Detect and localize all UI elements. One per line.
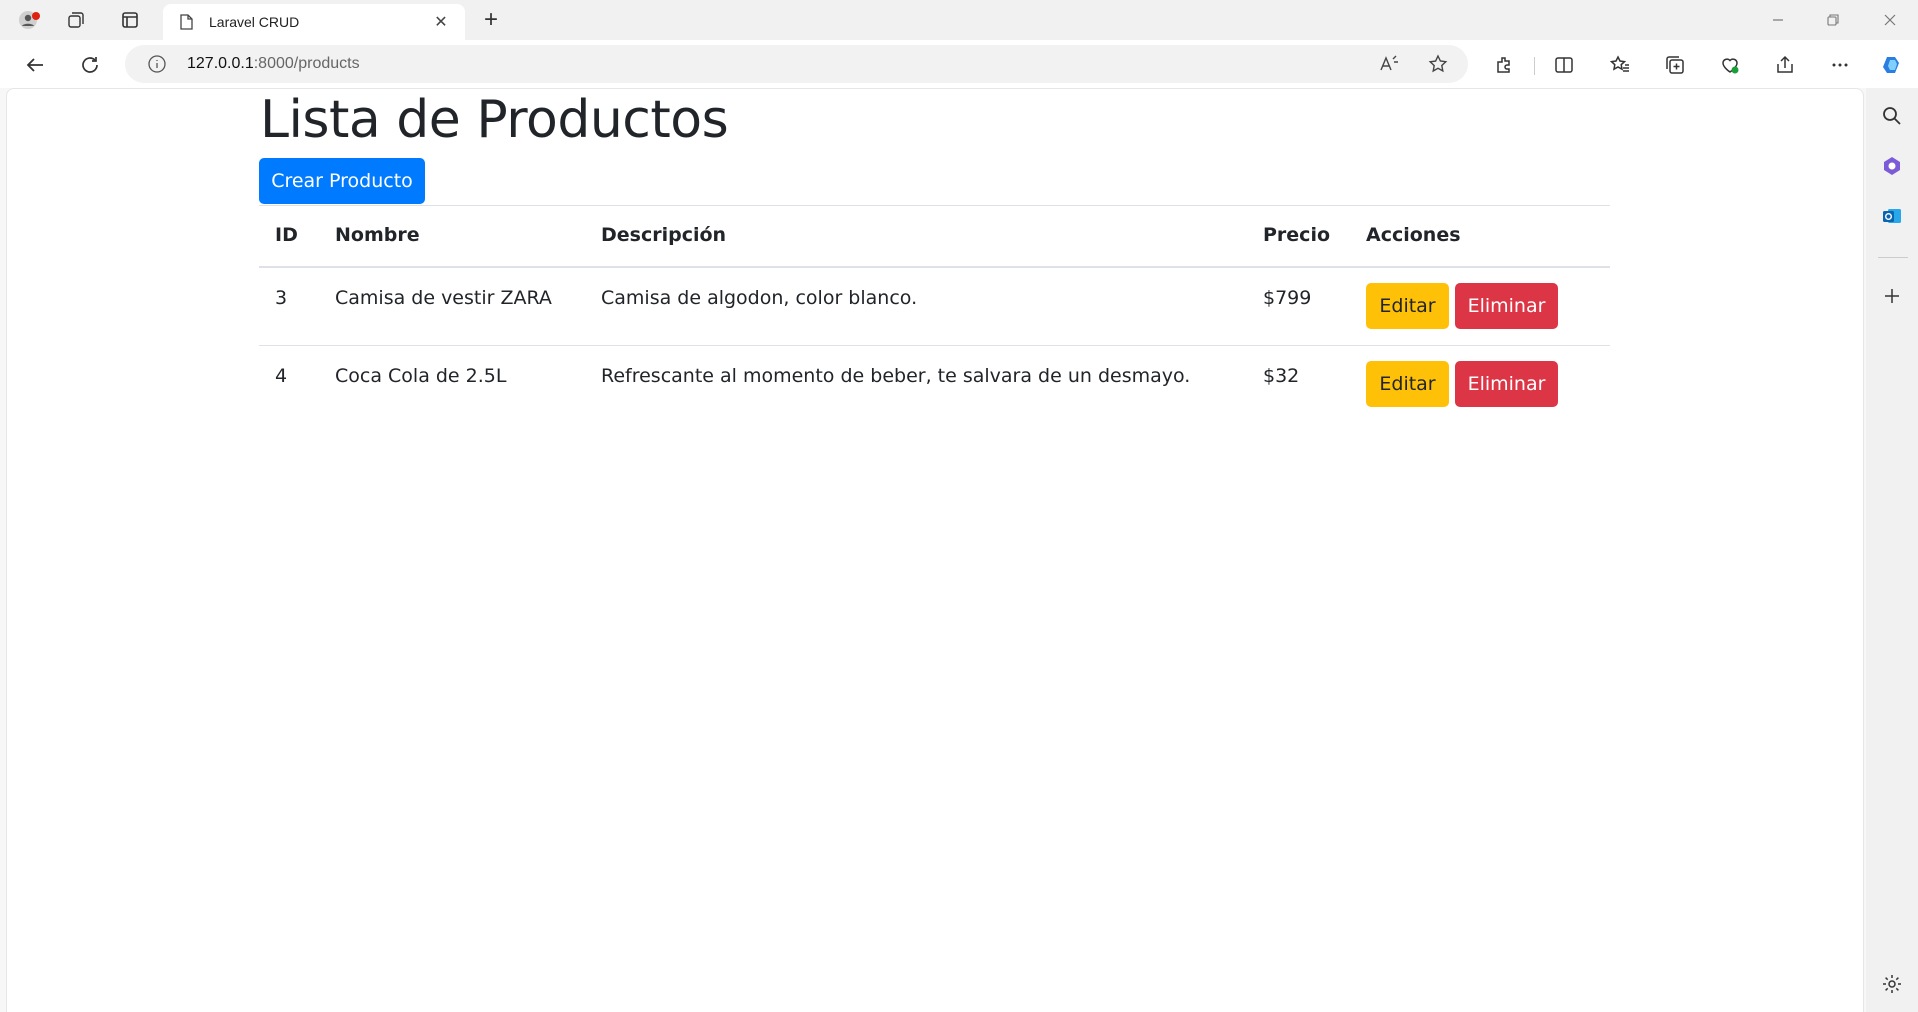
browser-toolbar: 127.0.0.1:8000/products — [0, 40, 1918, 88]
cell-descripcion: Refrescante al momento de beber, te salv… — [601, 365, 1191, 387]
close-window-icon[interactable] — [1870, 8, 1910, 32]
edit-button[interactable]: Editar — [1366, 283, 1449, 329]
tab-actions-icon[interactable] — [114, 6, 146, 34]
address-bar[interactable]: 127.0.0.1:8000/products — [125, 45, 1468, 83]
sidebar-divider — [1878, 257, 1908, 258]
toolbar-separator — [1534, 57, 1535, 75]
copilot-app-icon[interactable] — [1878, 152, 1906, 180]
create-product-button[interactable]: Crear Producto — [259, 158, 425, 204]
new-tab-icon[interactable]: + — [478, 6, 504, 33]
cell-descripcion: Camisa de algodon, color blanco. — [601, 287, 918, 309]
favorite-star-icon[interactable] — [1425, 52, 1451, 76]
more-options-icon[interactable] — [1826, 51, 1854, 79]
cell-precio: $32 — [1263, 365, 1300, 387]
restore-icon[interactable] — [1813, 8, 1853, 32]
minimize-icon[interactable] — [1758, 8, 1798, 32]
page-title: Lista de Productos — [260, 90, 729, 150]
page-icon — [177, 13, 195, 31]
copilot-icon[interactable] — [1878, 51, 1906, 79]
browser-sidebar — [1866, 88, 1918, 1012]
cell-precio: $799 — [1263, 287, 1312, 309]
table-row-divider — [259, 345, 1610, 346]
cell-nombre: Camisa de vestir ZARA — [335, 287, 552, 309]
profile-icon[interactable] — [12, 6, 44, 34]
back-arrow-icon[interactable] — [20, 50, 50, 80]
url-text[interactable]: 127.0.0.1:8000/products — [187, 55, 360, 73]
column-header-precio: Precio — [1263, 224, 1331, 246]
share-icon[interactable] — [1771, 51, 1799, 79]
site-info-icon[interactable] — [147, 54, 167, 74]
workspaces-icon[interactable] — [60, 6, 92, 34]
column-header-acciones: Acciones — [1366, 224, 1461, 246]
column-header-nombre: Nombre — [335, 224, 420, 246]
column-header-descripcion: Descripción — [601, 224, 727, 246]
refresh-icon[interactable] — [75, 50, 105, 80]
delete-button[interactable]: Eliminar — [1455, 361, 1558, 407]
url-path: :8000/products — [253, 55, 360, 72]
cell-nombre: Coca Cola de 2.5L — [335, 365, 507, 387]
cell-id: 3 — [275, 287, 288, 309]
tab-laravel-crud[interactable]: Laravel CRUD ✕ — [163, 4, 465, 40]
outlook-icon[interactable] — [1878, 202, 1906, 230]
read-aloud-icon[interactable] — [1376, 52, 1402, 76]
collections-icon[interactable] — [1661, 51, 1689, 79]
cell-id: 4 — [275, 365, 288, 387]
favorites-icon[interactable] — [1606, 51, 1634, 79]
search-icon[interactable] — [1878, 102, 1906, 130]
column-header-id: ID — [275, 224, 298, 246]
sidebar-settings-gear-icon[interactable] — [1878, 970, 1906, 998]
notification-dot — [32, 12, 40, 20]
tab-title: Laravel CRUD — [209, 14, 300, 30]
table-header-border — [259, 266, 1610, 268]
add-sidebar-app-icon[interactable] — [1878, 282, 1906, 310]
edit-button[interactable]: Editar — [1366, 361, 1449, 407]
browser-title-bar: Laravel CRUD ✕ + — [0, 0, 1918, 40]
delete-button[interactable]: Eliminar — [1455, 283, 1558, 329]
url-host: 127.0.0.1 — [187, 55, 254, 72]
extensions-icon[interactable] — [1491, 51, 1519, 79]
table-top-border — [259, 205, 1610, 206]
close-tab-icon[interactable]: ✕ — [431, 12, 451, 32]
browser-essentials-icon[interactable] — [1716, 51, 1744, 79]
split-screen-icon[interactable] — [1550, 51, 1578, 79]
